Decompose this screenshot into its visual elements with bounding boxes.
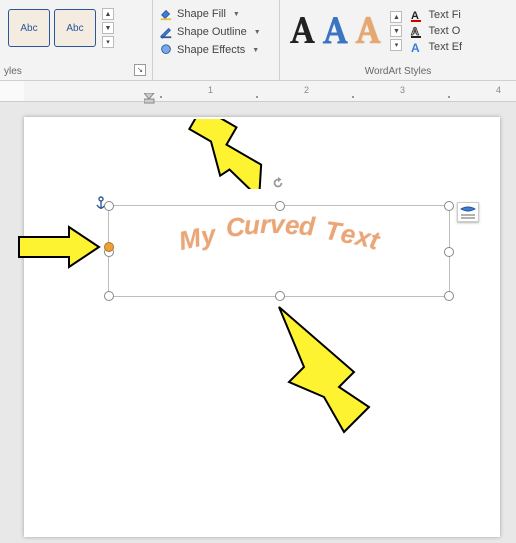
- curved-text-content[interactable]: My Curved Text: [109, 206, 449, 251]
- wordart-preset[interactable]: A: [323, 12, 348, 50]
- resize-handle[interactable]: [104, 201, 114, 211]
- wordart-textbox[interactable]: My Curved Text: [108, 205, 450, 297]
- shape-tools-group: Shape Fill ▼ Shape Outline ▼ Shape Effects…: [153, 0, 280, 80]
- bucket-icon: [159, 7, 173, 21]
- svg-text:A: A: [411, 41, 420, 54]
- wordart-styles-group: A A A ▲ ▼ ▾ A Text Fi A Text O: [280, 0, 516, 80]
- annotation-arrow-icon: [254, 302, 384, 442]
- ruler-number: 4: [496, 85, 501, 95]
- gallery-down-button[interactable]: ▼: [102, 22, 114, 34]
- wordart-styles-title: WordArt Styles: [365, 66, 432, 78]
- resize-handle[interactable]: [444, 201, 454, 211]
- shape-styles-dialog-launcher[interactable]: ↘: [134, 64, 146, 76]
- resize-handle[interactable]: [104, 291, 114, 301]
- document-page[interactable]: My Curved Text: [24, 117, 500, 537]
- shape-fill-button[interactable]: Shape Fill ▼: [157, 6, 275, 22]
- gallery-up-button[interactable]: ▲: [102, 8, 114, 20]
- resize-handle[interactable]: [275, 291, 285, 301]
- ribbon: Abc Abc ▲ ▼ ▾ yles ↘ Shape Fill ▼ Shape O…: [0, 0, 516, 81]
- gallery-down-button[interactable]: ▼: [390, 25, 402, 37]
- text-fill-icon: A: [410, 8, 424, 22]
- resize-handle[interactable]: [444, 247, 454, 257]
- horizontal-ruler[interactable]: 1 2 3 4: [0, 81, 516, 102]
- shape-fill-label: Shape Fill: [177, 8, 226, 20]
- text-effects-label: Text Ef: [428, 41, 462, 53]
- shape-styles-group: Abc Abc ▲ ▼ ▾ yles ↘: [0, 0, 153, 80]
- text-effects-button[interactable]: A Text Ef: [410, 40, 462, 54]
- pen-icon: [159, 25, 173, 39]
- shape-style-label: Abc: [20, 23, 37, 34]
- chevron-down-icon: ▼: [252, 47, 259, 54]
- effects-icon: [159, 43, 173, 57]
- wordart-preset[interactable]: A: [356, 12, 381, 50]
- gallery-more-button[interactable]: ▾: [390, 39, 402, 51]
- shape-effects-label: Shape Effects: [177, 44, 245, 56]
- gallery-more-button[interactable]: ▾: [102, 36, 114, 48]
- resize-handle[interactable]: [444, 291, 454, 301]
- chevron-down-icon: ▼: [254, 29, 261, 36]
- text-effects-icon: A: [410, 40, 424, 54]
- shape-styles-title: yles: [4, 66, 22, 78]
- wordart-preset[interactable]: A: [290, 12, 315, 50]
- gallery-up-button[interactable]: ▲: [390, 11, 402, 23]
- shape-outline-button[interactable]: Shape Outline ▼: [157, 24, 275, 40]
- shape-style-label: Abc: [66, 23, 83, 34]
- layout-options-button[interactable]: [457, 202, 479, 222]
- ruler-number: 1: [208, 85, 213, 95]
- shape-outline-label: Shape Outline: [177, 26, 247, 38]
- text-outline-icon: A: [410, 24, 424, 38]
- workspace: 1 2 3 4 My Curved: [0, 81, 516, 543]
- text-fill-button[interactable]: A Text Fi: [410, 8, 462, 22]
- resize-handle[interactable]: [275, 201, 285, 211]
- annotation-arrow-icon: [164, 119, 294, 189]
- shape-effects-button[interactable]: Shape Effects ▼: [157, 42, 275, 58]
- text-outline-button[interactable]: A Text O: [410, 24, 462, 38]
- text-outline-label: Text O: [428, 25, 460, 37]
- chevron-down-icon: ▼: [233, 11, 240, 18]
- ruler-number: 2: [304, 85, 309, 95]
- ruler-number: 3: [400, 85, 405, 95]
- shape-style-preset[interactable]: Abc: [8, 9, 50, 47]
- shape-style-preset[interactable]: Abc: [54, 9, 96, 47]
- indent-marker-icon[interactable]: [144, 93, 156, 105]
- annotation-arrow-icon: [14, 222, 114, 272]
- layout-options-icon: [458, 203, 478, 221]
- text-fill-label: Text Fi: [428, 9, 460, 21]
